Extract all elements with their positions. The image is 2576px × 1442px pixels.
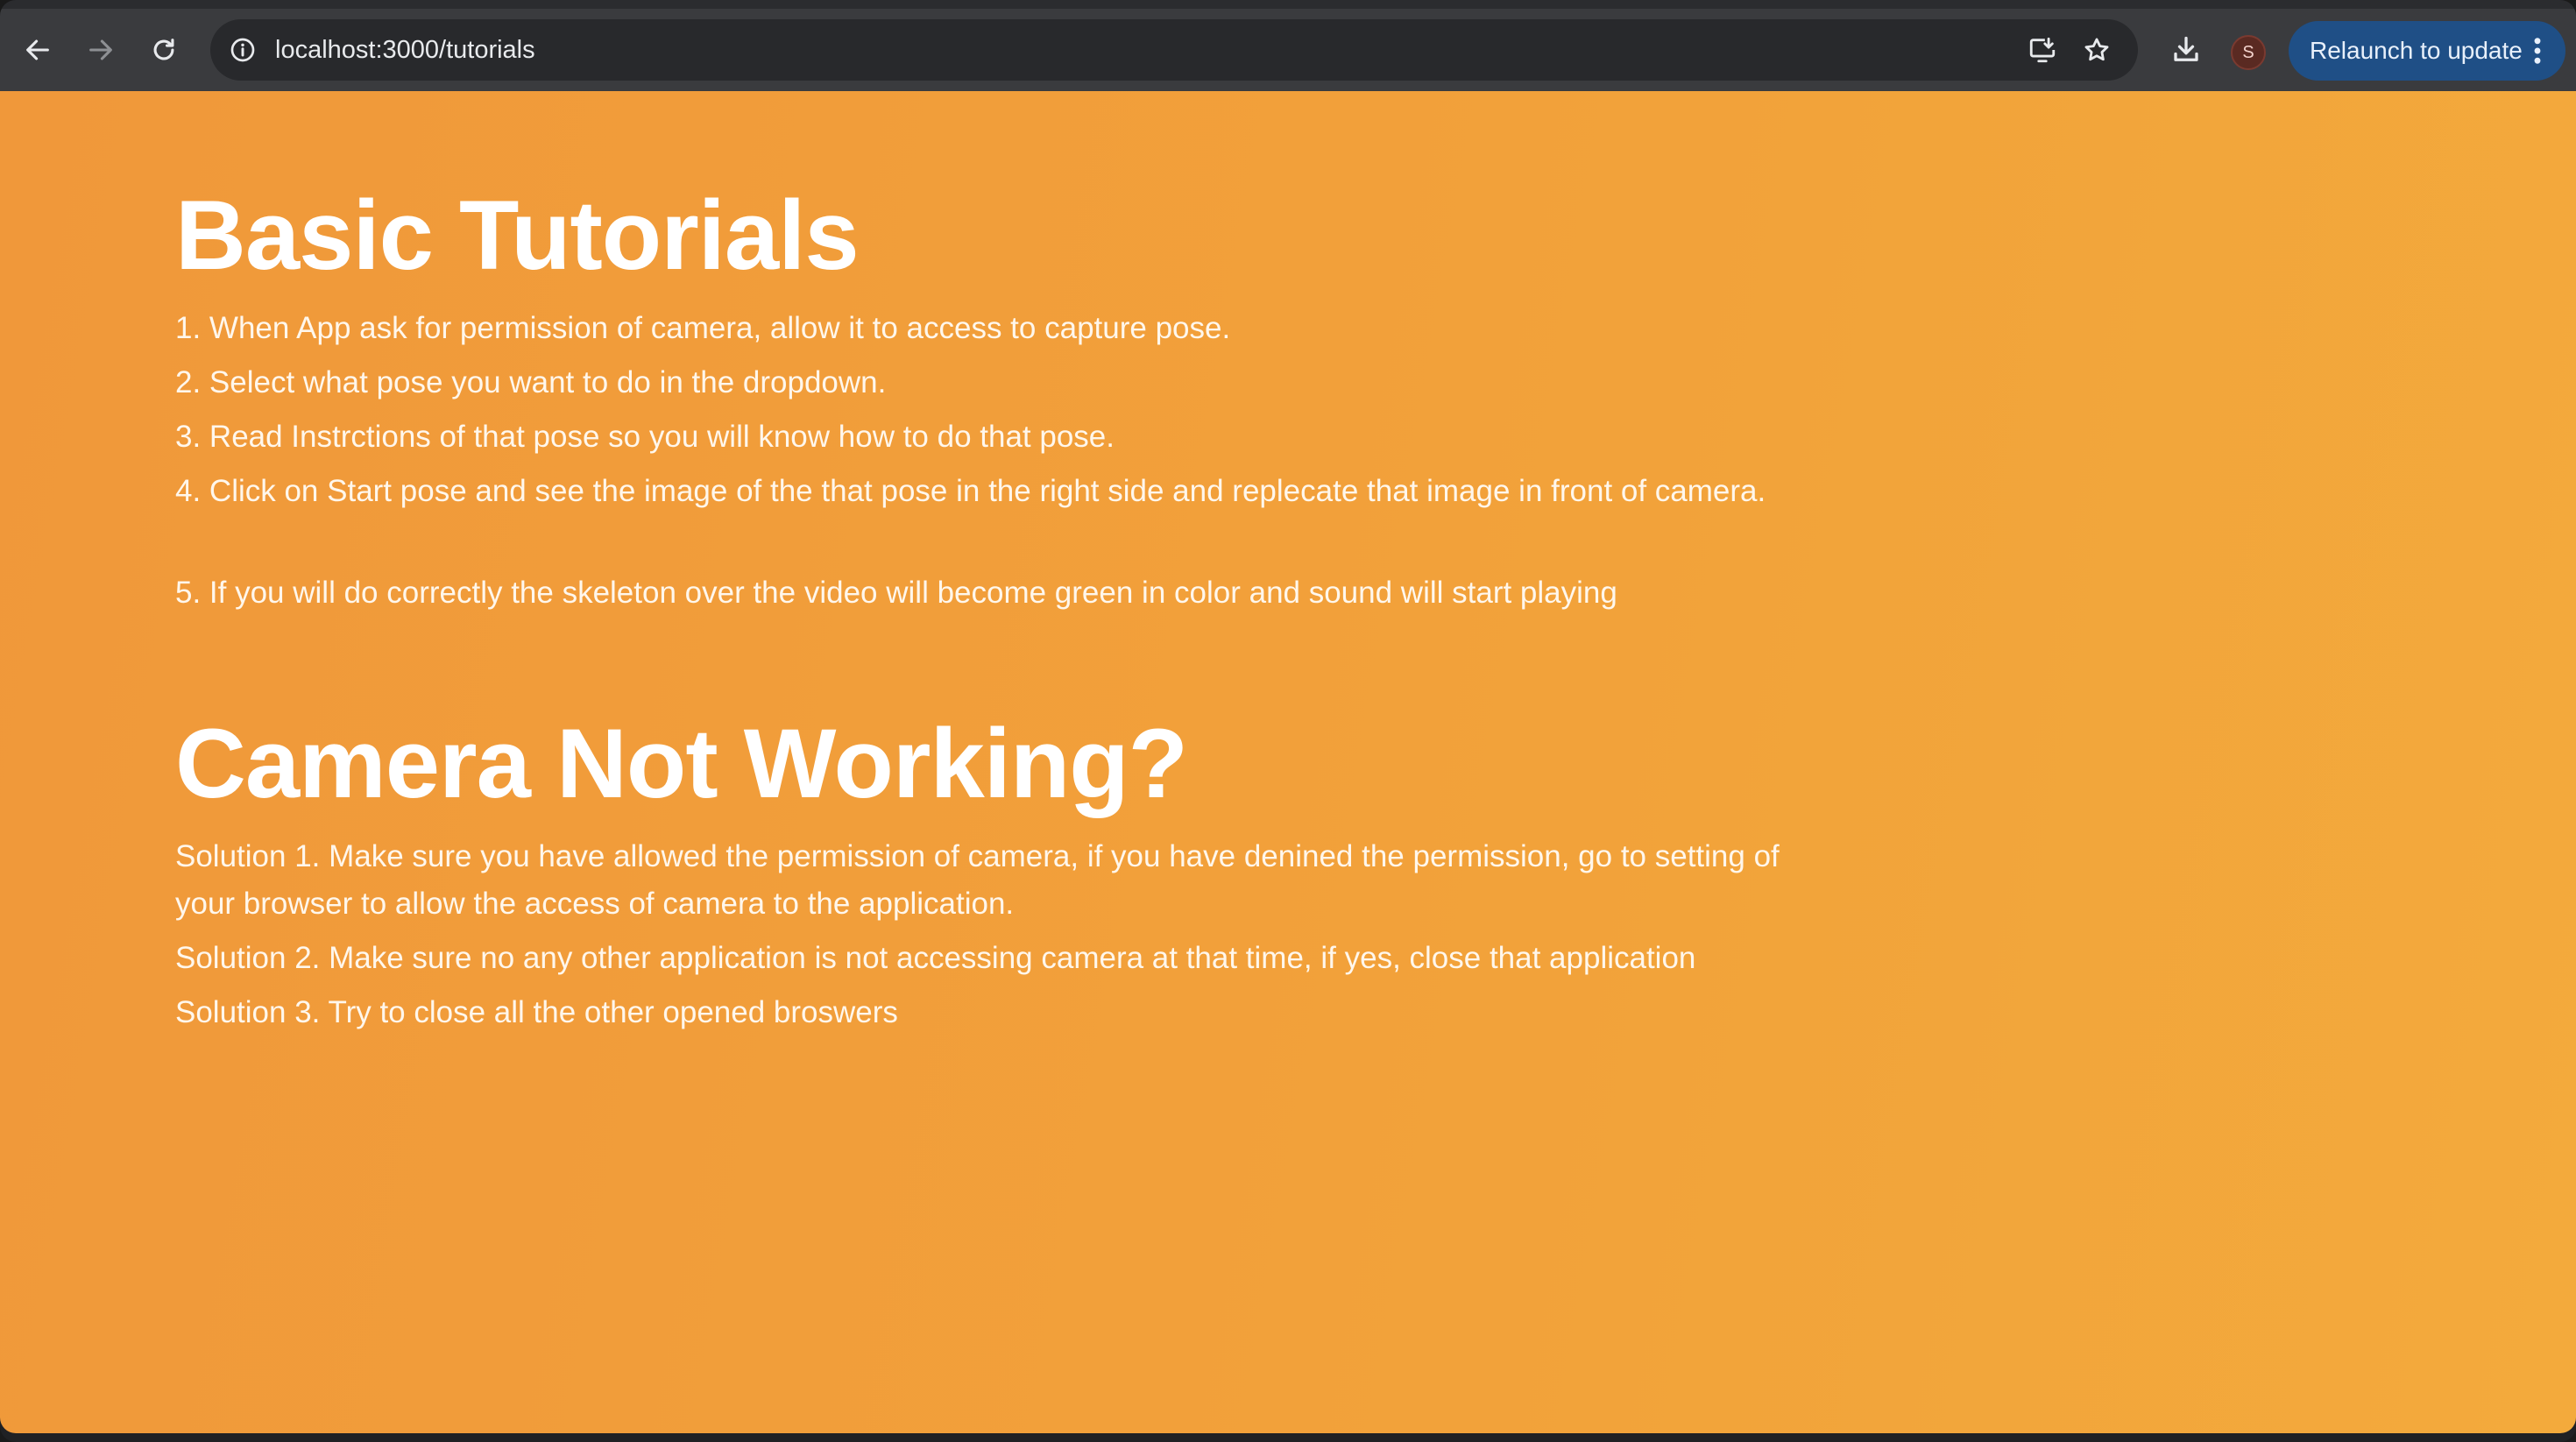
install-app-icon [2029, 37, 2056, 63]
arrow-right-icon [89, 39, 112, 60]
url-text[interactable]: localhost:3000/tutorials [275, 19, 535, 81]
tab-strip [0, 0, 2576, 9]
install-app-button[interactable] [2022, 30, 2063, 70]
downloads-button[interactable] [2162, 26, 2210, 74]
camera-not-working-heading: Camera Not Working? [175, 709, 1188, 818]
relaunch-label: Relaunch to update [2310, 37, 2523, 64]
info-icon [230, 38, 255, 62]
back-button[interactable] [14, 26, 61, 74]
tutorial-step: 5. If you will do correctly the skeleton… [175, 576, 1617, 610]
arrow-left-icon [26, 39, 49, 60]
browser-toolbar: localhost:3000/tutorials S Relaunch to u… [0, 9, 2576, 91]
page-content: Basic Tutorials 1. When App ask for perm… [0, 91, 2576, 1433]
star-icon [2084, 38, 2109, 61]
bookmark-button[interactable] [2077, 30, 2117, 70]
relaunch-button[interactable]: Relaunch to update [2289, 21, 2565, 81]
tutorial-step: 1. When App ask for permission of camera… [175, 311, 1231, 345]
browser-menu-button[interactable] [2520, 32, 2555, 70]
browser-window: localhost:3000/tutorials S Relaunch to u… [0, 0, 2576, 1442]
site-info-button[interactable] [223, 30, 263, 70]
tutorial-step: 3. Read Instrctions of that pose so you … [175, 420, 1115, 454]
basic-tutorials-heading: Basic Tutorials [175, 180, 860, 290]
reload-button[interactable] [140, 26, 188, 74]
tutorial-step: 2. Select what pose you want to do in th… [175, 365, 887, 399]
camera-solution: Solution 2. Make sure no any other appli… [175, 941, 1696, 975]
kebab-menu-icon [2534, 38, 2541, 64]
download-icon [2174, 36, 2198, 61]
address-bar[interactable]: localhost:3000/tutorials [210, 19, 2138, 81]
profile-avatar[interactable]: S [2231, 35, 2266, 70]
forward-button[interactable] [77, 26, 124, 74]
reload-icon [153, 39, 174, 60]
tutorial-step: 4. Click on Start pose and see the image… [175, 474, 1766, 508]
camera-solution: Solution 3. Try to close all the other o… [175, 995, 898, 1029]
camera-solution: Solution 1. Make sure you have allowed t… [175, 839, 1780, 921]
